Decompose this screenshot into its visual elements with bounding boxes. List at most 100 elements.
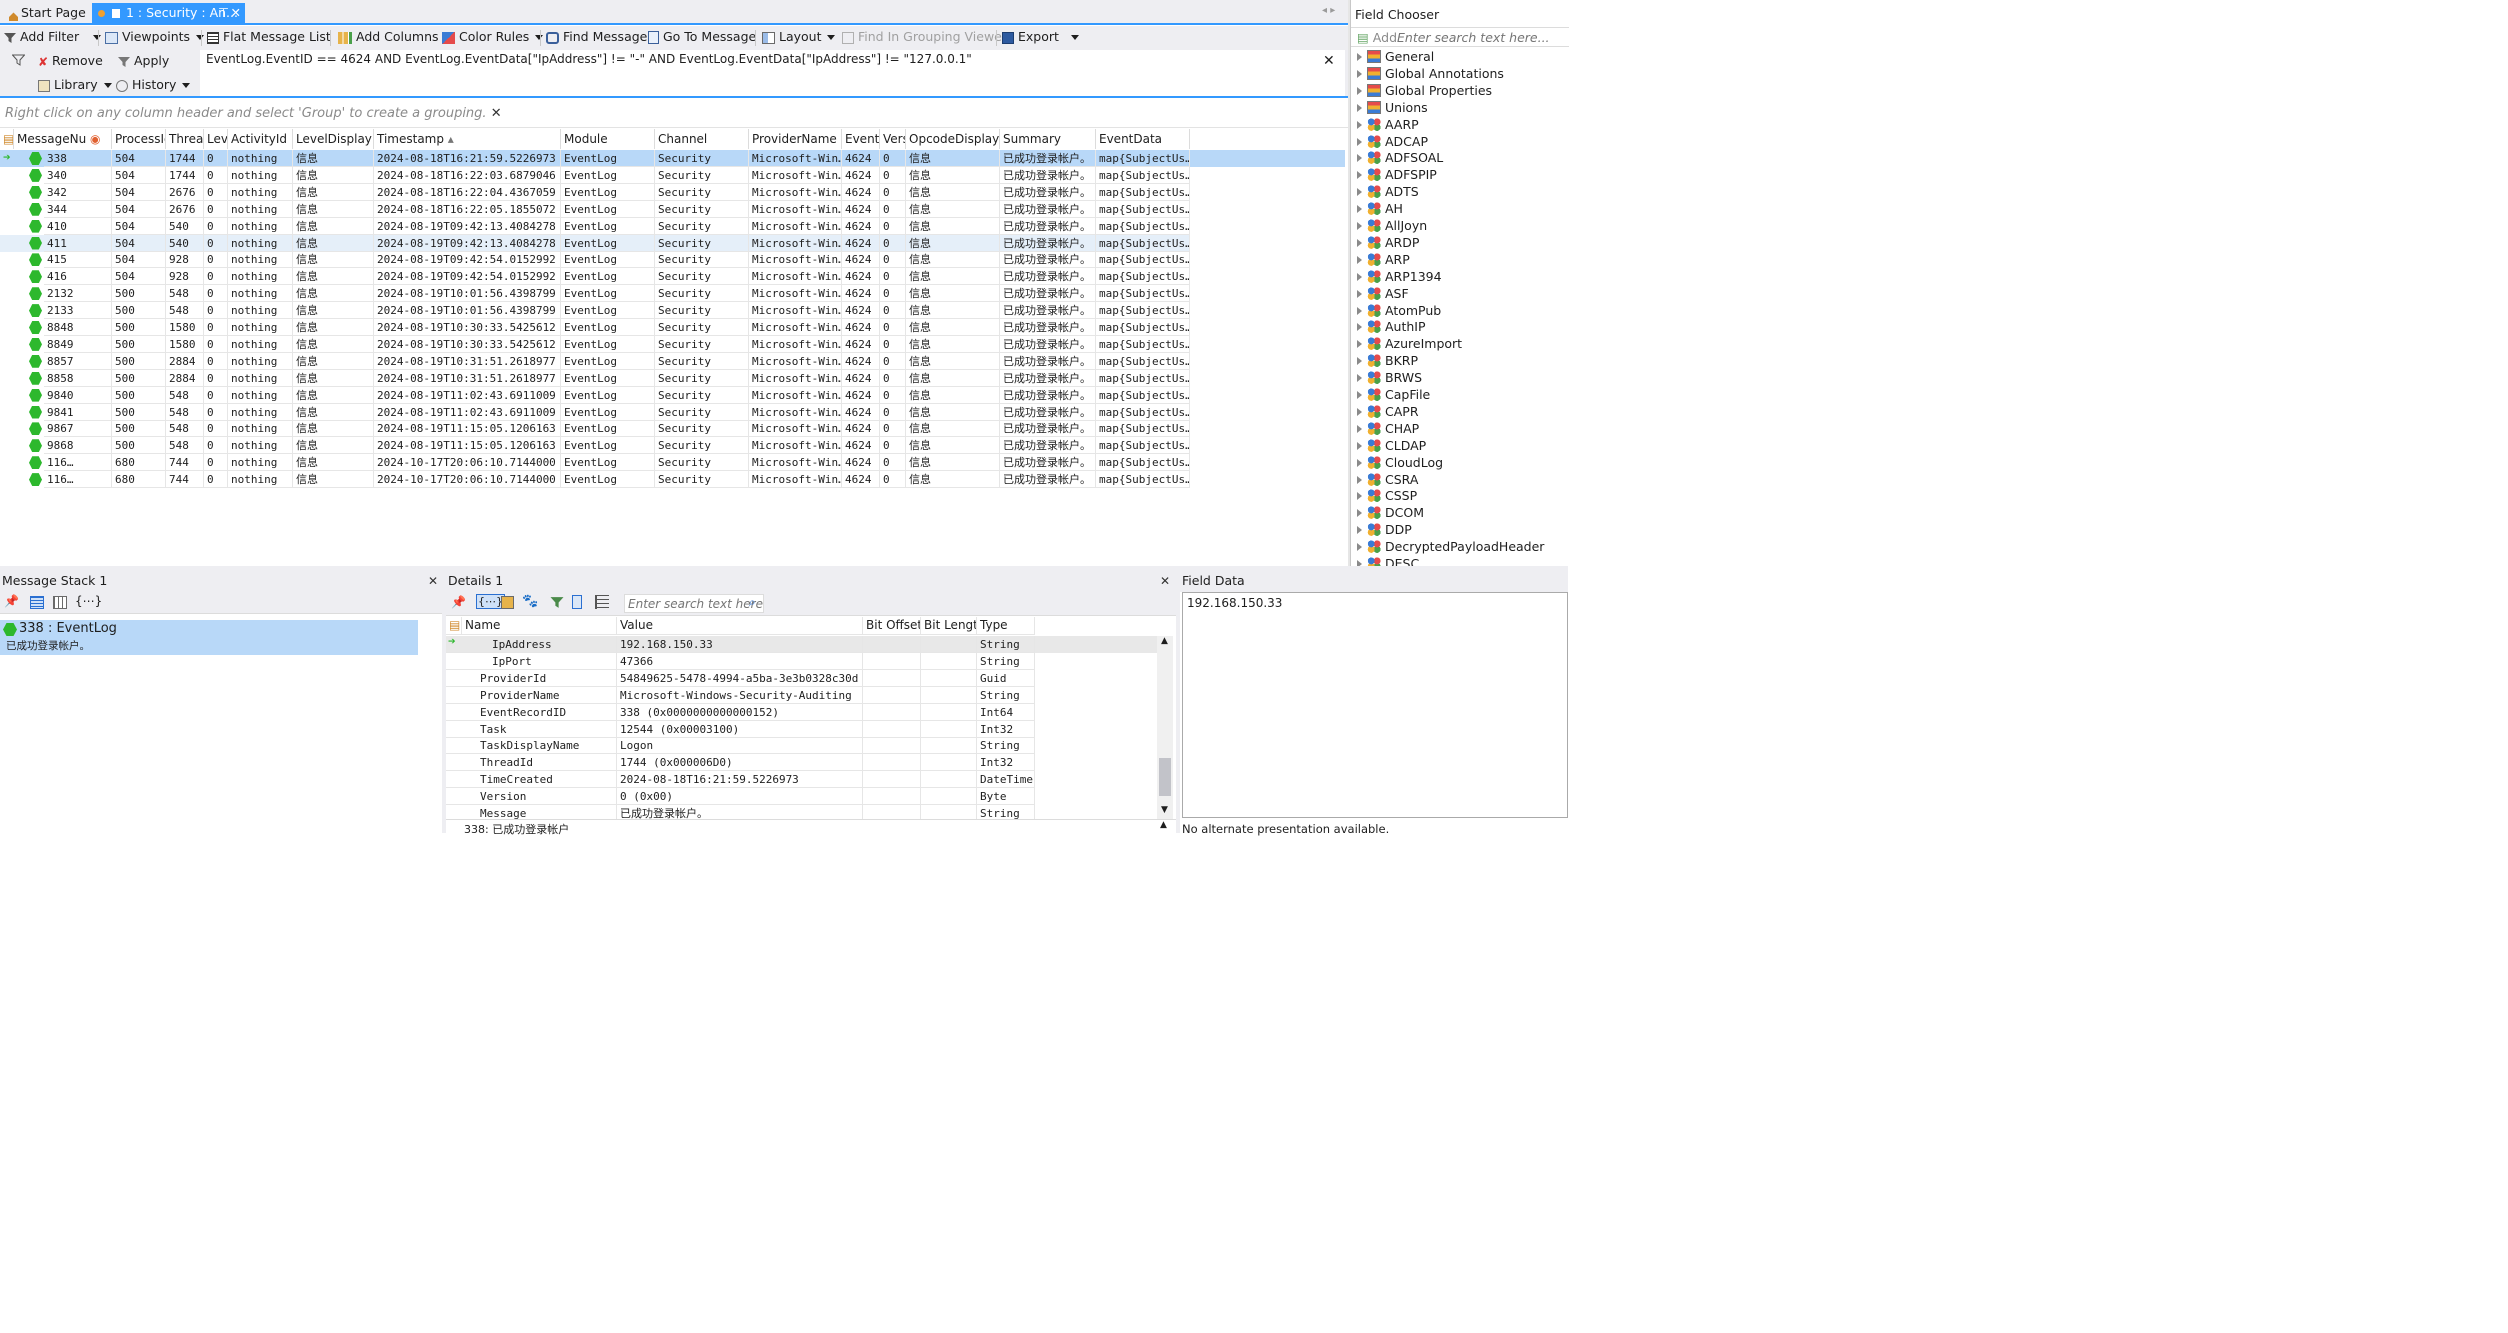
- add-filter-icon[interactable]: [550, 596, 564, 612]
- details-column-header[interactable]: Value: [617, 617, 863, 635]
- column-header[interactable]: ActivityId: [228, 129, 293, 149]
- grid-view-icon[interactable]: [30, 596, 44, 609]
- go-to-message-button[interactable]: Go To Message: [648, 28, 756, 46]
- pin-icon[interactable]: 📌: [451, 595, 466, 609]
- message-stack-entry[interactable]: 338 : EventLog 已成功登录帐户。: [0, 620, 418, 655]
- color-rules-button[interactable]: Color Rules: [442, 28, 544, 46]
- expand-arrow-icon[interactable]: [1357, 53, 1362, 61]
- column-header[interactable]: Vers: [880, 129, 906, 149]
- table-row[interactable]: 8848 500 1580 0 nothing 信息 2024-08-19T10:30:33…: [0, 319, 1190, 336]
- expand-arrow-icon[interactable]: [1357, 424, 1362, 433]
- details-row[interactable]: Message 已成功登录帐户。 String: [446, 805, 1157, 819]
- remove-filter-button[interactable]: ✘ Remove: [38, 52, 103, 70]
- expand-arrow-icon[interactable]: [1357, 441, 1362, 450]
- details-row[interactable]: ProviderName Microsoft-Windows-Security-A…: [446, 686, 1157, 704]
- history-button[interactable]: History: [116, 76, 191, 94]
- scroll-thumb[interactable]: [1159, 758, 1171, 796]
- details-column-header[interactable]: Bit Length: [921, 617, 977, 635]
- expand-arrow-icon[interactable]: [1357, 171, 1362, 180]
- table-row[interactable]: ➔ 338 504 1744 0 nothing 信息 2024-08-18T16:21:59…: [0, 150, 1345, 167]
- table-row[interactable]: 340 504 1744 0 nothing 信息 2024-08-18T16:22:03.…: [0, 166, 1190, 184]
- panel-splitter[interactable]: [1348, 0, 1350, 568]
- expand-arrow-icon[interactable]: [1357, 323, 1362, 332]
- table-view-icon[interactable]: [53, 596, 67, 609]
- table-row[interactable]: 9840 500 548 0 nothing 信息 2024-08-19T11:02:43.…: [0, 386, 1190, 404]
- table-row[interactable]: 116… 680 744 0 nothing 信息 2024-10-17T20:06:10.…: [0, 471, 1190, 489]
- table-row[interactable]: 9868 500 548 0 nothing 信息 2024-08-19T11:15:05.…: [0, 437, 1190, 455]
- expand-arrow-icon[interactable]: [1357, 357, 1362, 366]
- details-row[interactable]: TimeCreated 2024-08-18T16:21:59.5226973 Da…: [446, 771, 1157, 789]
- viewpoints-button[interactable]: Viewpoints: [105, 28, 205, 46]
- column-header[interactable]: EventI: [842, 129, 880, 149]
- details-row[interactable]: TaskDisplayName Logon String: [446, 737, 1157, 755]
- column-header[interactable]: MessageNu ◉: [14, 129, 112, 149]
- details-row[interactable]: Version 0 (0x00) Byte: [446, 788, 1157, 806]
- table-row[interactable]: 344 504 2676 0 nothing 信息 2024-08-18T16:22:05.…: [0, 200, 1190, 218]
- filter-expression-input[interactable]: EventLog.EventID == 4624 AND EventLog.Ev…: [200, 50, 1345, 96]
- details-scrollbar[interactable]: ▲ ▼: [1157, 636, 1173, 819]
- table-row[interactable]: 116… 680 744 0 nothing 信息 2024-10-17T20:06:10.…: [0, 454, 1190, 472]
- expand-arrow-icon[interactable]: [1357, 492, 1362, 501]
- table-row[interactable]: 416 504 928 0 nothing 信息 2024-08-19T09:42:54.0…: [0, 268, 1190, 286]
- table-row[interactable]: 2132 500 548 0 nothing 信息 2024-08-19T10:01:56.…: [0, 285, 1190, 303]
- column-header[interactable]: ProviderName: [749, 129, 842, 149]
- details-column-header[interactable]: Bit Offset: [863, 617, 921, 635]
- details-column-header[interactable]: Name: [462, 617, 617, 635]
- details-column-header[interactable]: Type: [977, 617, 1035, 635]
- table-row[interactable]: 410 504 540 0 nothing 信息 2024-08-19T09:42:13.4…: [0, 217, 1190, 235]
- expand-arrow-icon[interactable]: [1357, 255, 1362, 264]
- expand-arrow-icon[interactable]: [1357, 188, 1362, 197]
- expand-arrow-icon[interactable]: [1357, 526, 1362, 535]
- sort-ascending-icon[interactable]: ▴: [444, 132, 454, 146]
- column-header[interactable]: OpcodeDisplayNa: [906, 129, 1000, 149]
- column-header[interactable]: Threac: [166, 129, 204, 149]
- expand-arrow-icon[interactable]: [1357, 137, 1362, 146]
- expand-arrow-icon[interactable]: [1357, 407, 1362, 416]
- expand-arrow-icon[interactable]: [1357, 374, 1362, 383]
- table-row[interactable]: 9841 500 548 0 nothing 信息 2024-08-19T11:02:43.…: [0, 403, 1190, 421]
- tab-close-icon[interactable]: ✕: [231, 3, 241, 23]
- expand-arrow-icon[interactable]: [1357, 222, 1362, 230]
- scroll-up-icon[interactable]: ▲: [1161, 636, 1168, 646]
- expand-arrow-icon[interactable]: [1357, 272, 1362, 281]
- expand-arrow-icon[interactable]: [1357, 205, 1362, 214]
- expand-arrow-icon[interactable]: [1357, 391, 1362, 399]
- grouping-hint-bar[interactable]: Right click on any column header and sel…: [0, 100, 1348, 128]
- details-row[interactable]: ProviderId 54849625-5478-4994-a5ba-3e3b03…: [446, 669, 1157, 687]
- column-header[interactable]: Timestamp ▴: [374, 129, 561, 149]
- tab-start-page[interactable]: Start Page: [2, 3, 92, 25]
- add-field-button[interactable]: ▤ Add: [1357, 30, 1397, 45]
- find-message-button[interactable]: Find Message: [546, 28, 647, 46]
- add-column-icon[interactable]: [572, 595, 582, 609]
- scroll-up-icon[interactable]: ▲: [1160, 820, 1167, 830]
- add-filter-button[interactable]: Add Filter: [4, 28, 102, 46]
- tree-icon[interactable]: [595, 595, 609, 609]
- details-row[interactable]: IpPort 47366 String: [446, 652, 1157, 670]
- table-row[interactable]: 8849 500 1580 0 nothing 信息 2024-08-19T10:30:33…: [0, 335, 1190, 353]
- expand-arrow-icon[interactable]: [1357, 154, 1362, 163]
- expand-arrow-icon[interactable]: [1357, 238, 1362, 247]
- expand-arrow-icon[interactable]: [1357, 289, 1362, 298]
- table-row[interactable]: 411 504 540 0 nothing 信息 2024-08-19T09:42:13.4…: [0, 234, 1190, 252]
- expand-arrow-icon[interactable]: [1357, 475, 1362, 484]
- table-row[interactable]: 8857 500 2884 0 nothing 信息 2024-08-19T10:31:51…: [0, 352, 1190, 370]
- column-header[interactable]: LevelDisplayNa: [293, 129, 374, 149]
- pin-icon[interactable]: 📌: [4, 594, 19, 608]
- annotation-icon[interactable]: ◉: [86, 132, 100, 146]
- column-header[interactable]: Module: [561, 129, 655, 149]
- table-row[interactable]: 415 504 928 0 nothing 信息 2024-08-19T09:42:54.0…: [0, 251, 1190, 269]
- expand-arrow-icon[interactable]: [1357, 86, 1362, 95]
- expand-arrow-icon[interactable]: [1357, 458, 1362, 467]
- tab-security-analysis[interactable]: 1 : Security : An... ⊤ ✕: [92, 3, 245, 25]
- apply-filter-button[interactable]: Apply: [118, 52, 169, 70]
- braces-icon[interactable]: {⋯}: [75, 594, 102, 608]
- details-row[interactable]: ➔ IpAddress 192.168.150.33 String: [446, 636, 1157, 653]
- details-row[interactable]: EventRecordID 338 (0x0000000000000152) Int…: [446, 703, 1157, 721]
- column-header[interactable]: ProcessId: [112, 129, 166, 149]
- expand-arrow-icon[interactable]: [1357, 306, 1362, 315]
- export-button[interactable]: Export: [1002, 28, 1079, 46]
- find-in-grouping-viewer-button[interactable]: Find In Grouping Viewer: [842, 28, 1007, 46]
- column-chooser-icon[interactable]: ▤: [446, 617, 462, 635]
- expand-arrow-icon[interactable]: [1357, 120, 1362, 129]
- expand-arrow-icon[interactable]: [1357, 103, 1362, 112]
